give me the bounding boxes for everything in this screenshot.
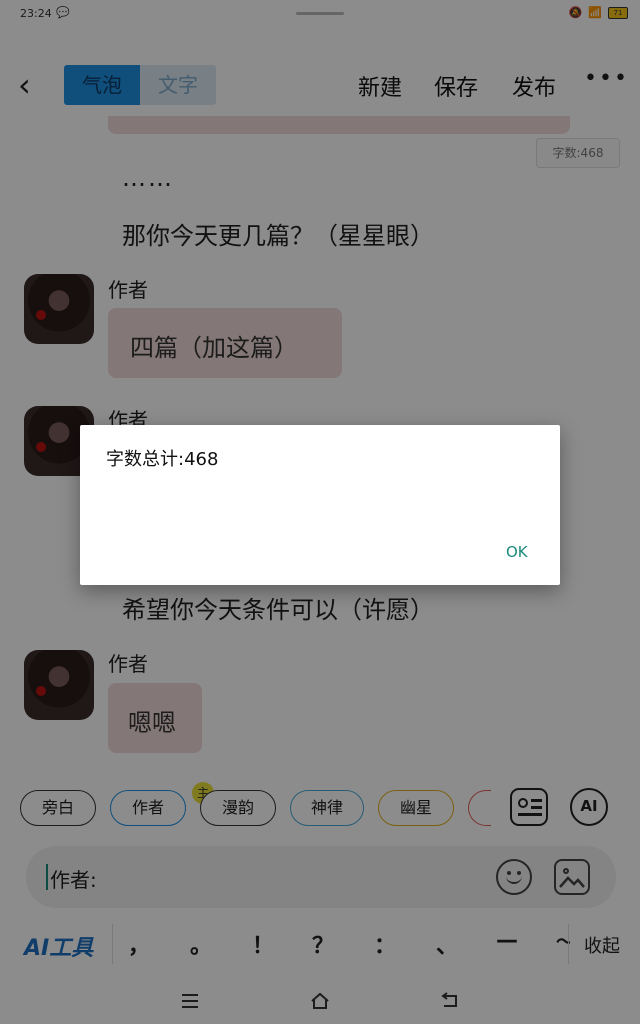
dialog-message: 字数总计:468 xyxy=(106,449,219,470)
ok-button[interactable]: OK xyxy=(506,543,528,561)
word-count-dialog: 字数总计:468 OK xyxy=(80,425,560,585)
